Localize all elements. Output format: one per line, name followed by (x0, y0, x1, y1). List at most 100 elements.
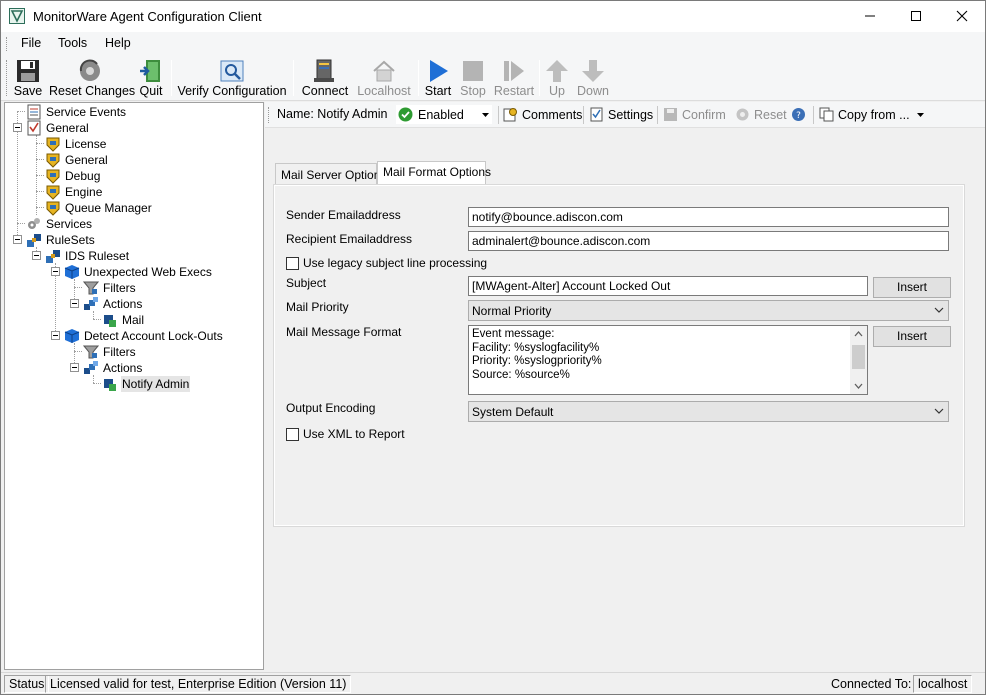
mail-priority-dropdown[interactable]: Normal Priority (468, 300, 949, 321)
svg-text:?: ? (796, 111, 801, 121)
minimize-button[interactable] (847, 1, 893, 32)
reset-changes-button[interactable]: Reset Changes (49, 56, 135, 100)
up-button[interactable]: Up (543, 56, 571, 100)
mail-priority-value: Normal Priority (472, 304, 552, 318)
tree-item-unexpected-web-execs[interactable]: Unexpected Web Execs (64, 264, 213, 280)
start-button[interactable]: Start (423, 56, 453, 100)
general-shield-icon (46, 153, 60, 168)
engine-shield-icon (46, 185, 60, 200)
toolbar-grip (6, 60, 9, 96)
toolbar-separator (171, 60, 172, 96)
rulesets-icon (27, 234, 41, 247)
quit-label: Quit (139, 84, 163, 98)
menu-tools[interactable]: Tools (58, 36, 87, 50)
copy-icon (819, 107, 834, 122)
tree-item-general[interactable]: General (26, 120, 90, 136)
tree-collapse-actions-1[interactable] (70, 299, 79, 308)
tree-item-actions-1[interactable]: Actions (83, 296, 143, 312)
confirm-button[interactable]: Confirm (663, 107, 726, 122)
scroll-up-icon[interactable] (854, 331, 863, 337)
tree-item-queue-manager[interactable]: Queue Manager (45, 200, 153, 216)
maximize-button[interactable] (893, 1, 939, 32)
enabled-state-dropdown[interactable]: Enabled (395, 104, 493, 125)
scroll-thumb[interactable] (852, 345, 865, 369)
comments-button[interactable]: Comments (503, 107, 582, 122)
tree-connector (93, 319, 101, 320)
enabled-state-value: Enabled (418, 108, 464, 122)
sender-email-label: Sender Emailaddress (286, 208, 401, 222)
verify-configuration-label: Verify Configuration (177, 84, 287, 98)
tree-item-debug[interactable]: Debug (45, 168, 101, 184)
stop-button[interactable]: Stop (457, 56, 489, 100)
tree-collapse-detect-account-lockouts[interactable] (51, 331, 60, 340)
tree-collapse-ids-ruleset[interactable] (32, 251, 41, 260)
copy-from-dropdown[interactable]: Copy from ... (819, 107, 925, 122)
tree-item-service-events[interactable]: Service Events (26, 104, 127, 120)
up-label: Up (549, 84, 565, 98)
start-label: Start (424, 84, 452, 98)
connect-button[interactable]: Connect (299, 56, 351, 100)
output-encoding-dropdown[interactable]: System Default (468, 401, 949, 422)
tree-collapse-unexpected-web-execs[interactable] (51, 267, 60, 276)
close-button[interactable] (939, 1, 985, 32)
connected-host: localhost (913, 675, 973, 693)
message-format-textarea[interactable]: Event message: Facility: %syslogfacility… (468, 325, 868, 395)
subject-insert-button[interactable]: Insert (873, 277, 951, 298)
message-insert-button[interactable]: Insert (873, 326, 951, 347)
tree-collapse-general[interactable] (13, 123, 22, 132)
tree-item-actions-2[interactable]: Actions (83, 360, 143, 376)
tree-item-engine[interactable]: Engine (45, 184, 103, 200)
connect-label: Connect (301, 84, 349, 98)
action-name-label: Name: Notify Admin (277, 107, 388, 121)
connected-to-label: Connected To: (831, 677, 912, 691)
floppy-disk-icon (17, 60, 39, 82)
tree-item-filters-1[interactable]: Filters (83, 280, 137, 296)
app-window: MonitorWare Agent Configuration Client F… (0, 0, 986, 695)
settings-checklist-icon (590, 107, 603, 122)
message-line: Priority: %syslogpriority% (472, 355, 602, 367)
tab-mail-format-options[interactable]: Mail Format Options (377, 161, 491, 184)
recipient-email-label: Recipient Emailaddress (286, 232, 413, 246)
tree-item-filters-2[interactable]: Filters (83, 344, 137, 360)
tree-item-mail[interactable]: Mail (102, 312, 145, 328)
filter-funnel-icon (83, 345, 99, 359)
settings-button[interactable]: Settings (589, 107, 653, 122)
tree-collapse-actions-2[interactable] (70, 363, 79, 372)
scroll-down-icon[interactable] (854, 383, 863, 389)
arrow-down-icon (582, 60, 604, 82)
tree-item-rulesets[interactable]: RuleSets (26, 232, 96, 248)
tree-item-detect-account-lockouts[interactable]: Detect Account Lock-Outs (64, 328, 224, 344)
recipient-email-field[interactable]: adminalert@bounce.adiscon.com (468, 231, 949, 251)
mail-action-icon (104, 379, 116, 391)
tree-item-license[interactable]: License (45, 136, 107, 152)
ruleset-icon (46, 250, 60, 263)
help-icon: ? (792, 108, 805, 121)
legacy-subject-checkbox[interactable] (286, 257, 299, 270)
message-format-scrollbar[interactable] (850, 326, 867, 394)
menu-file[interactable]: File (21, 36, 41, 50)
tree-item-notify-admin[interactable]: Notify Admin (102, 376, 191, 392)
tree-item-services[interactable]: Services (26, 216, 93, 232)
tree-connector (17, 111, 25, 112)
connect-server-icon (314, 59, 334, 82)
stop-icon (463, 61, 483, 81)
verify-configuration-button[interactable]: Verify Configuration (177, 56, 287, 100)
tree-collapse-rulesets[interactable] (13, 235, 22, 244)
help-button[interactable]: ? (791, 107, 810, 122)
toolbar: Save Reset Changes Quit Verify Configura… (1, 54, 985, 101)
tab-mail-server-options[interactable]: Mail Server Options (275, 163, 386, 184)
subject-field[interactable]: [MWAgent-Alter] Account Locked Out (468, 276, 868, 296)
tree-item-ids-ruleset[interactable]: IDS Ruleset (45, 248, 130, 264)
quit-button[interactable]: Quit (136, 56, 166, 100)
down-button[interactable]: Down (575, 56, 611, 100)
tree-item-general-child[interactable]: General (45, 152, 109, 168)
use-xml-checkbox[interactable] (286, 428, 299, 441)
localhost-button[interactable]: Localhost (355, 56, 413, 100)
stop-label: Stop (460, 84, 486, 98)
action-bar-separator (813, 106, 814, 124)
restart-button[interactable]: Restart (493, 56, 535, 100)
reset-button[interactable]: Reset (735, 107, 787, 122)
save-button[interactable]: Save (13, 56, 43, 100)
menu-help[interactable]: Help (105, 36, 131, 50)
sender-email-field[interactable]: notify@bounce.adiscon.com (468, 207, 949, 227)
